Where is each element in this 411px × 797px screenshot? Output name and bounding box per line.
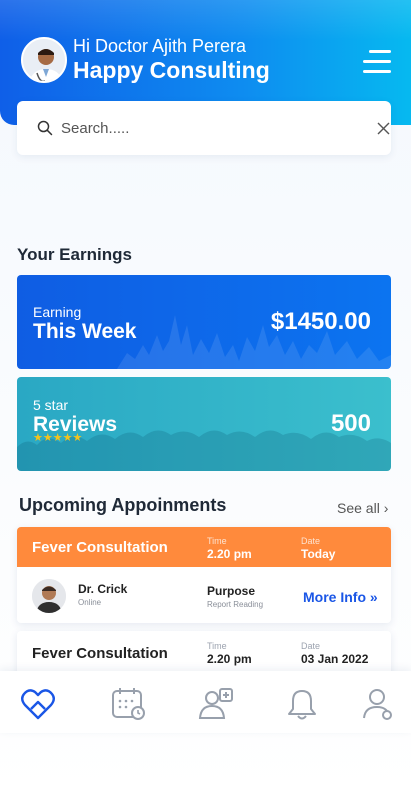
earning-value: $1450.00: [270, 308, 371, 335]
upcoming-title: Upcoming Appoinments: [19, 495, 227, 515]
page-title: Happy Consulting: [73, 57, 270, 83]
bottom-nav: [0, 671, 411, 733]
bell-icon[interactable]: [284, 687, 320, 721]
search-input[interactable]: [61, 116, 341, 140]
greeting-text: Hi Doctor Ajith Perera: [73, 36, 247, 56]
appointment-header: Fever Consultation Time 2.20 pm Date Tod…: [17, 527, 391, 567]
search-bar[interactable]: [17, 101, 391, 155]
date-value: 03 Jan 2022: [301, 652, 369, 666]
date-label: Date: [301, 536, 321, 546]
purpose-detail: Report Reading: [207, 600, 264, 609]
reviews-label-small: 5 star: [33, 397, 69, 413]
profile-icon[interactable]: [360, 687, 396, 721]
reviews-card[interactable]: 5 star Reviews ★★★★★ 500: [17, 377, 391, 471]
rating-stars: ★★★★★: [33, 432, 83, 444]
more-info-link[interactable]: More Info »: [303, 589, 378, 605]
doctor-avatar: [32, 579, 66, 613]
earnings-title: Your Earnings: [17, 245, 132, 264]
search-icon: [37, 120, 53, 136]
earning-label-big: This Week: [33, 320, 137, 343]
appointment-name: Fever Consultation: [32, 539, 168, 556]
reviews-value: 500: [330, 410, 371, 437]
doctor-avatar-icon: [32, 579, 66, 613]
header-wave: [0, 0, 411, 40]
time-value: 2.20 pm: [207, 547, 252, 561]
date-label: Date: [301, 641, 321, 651]
close-icon[interactable]: [377, 122, 390, 135]
purpose-label: Purpose: [207, 584, 256, 598]
time-label: Time: [207, 641, 227, 651]
appointment-name: Fever Consultation: [32, 645, 168, 662]
menu-icon[interactable]: [363, 48, 391, 76]
earning-card[interactable]: Earning This Week $1450.00: [17, 275, 391, 369]
home-heart-icon[interactable]: [20, 687, 56, 721]
doctor-status: Online: [78, 598, 102, 607]
earning-label-small: Earning: [33, 304, 82, 320]
doctor-name: Dr. Crick: [78, 582, 128, 596]
avatar[interactable]: [21, 37, 67, 83]
time-label: Time: [207, 536, 227, 546]
date-value: Today: [301, 547, 336, 561]
patients-icon[interactable]: [198, 687, 234, 721]
see-all-link[interactable]: See all ›: [337, 500, 388, 516]
calendar-icon[interactable]: [111, 687, 147, 721]
appointment-card[interactable]: Fever Consultation Time 2.20 pm Date Tod…: [17, 527, 391, 623]
time-value: 2.20 pm: [207, 652, 252, 666]
